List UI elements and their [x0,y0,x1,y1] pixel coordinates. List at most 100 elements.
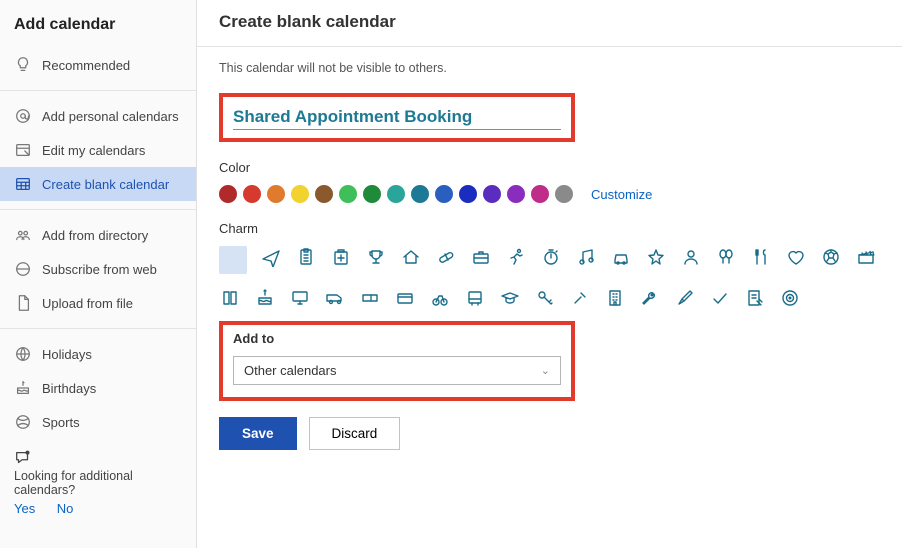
charm-medical-icon[interactable] [330,246,352,268]
color-swatch[interactable] [435,185,453,203]
charm-building-icon[interactable] [604,287,626,309]
color-swatch[interactable] [411,185,429,203]
charm-pill-icon[interactable] [435,246,457,268]
cake-icon [14,379,32,397]
charm-balloons-icon[interactable] [715,246,737,268]
sidebar-item-upload-from-file[interactable]: Upload from file [0,286,196,320]
charm-car-icon[interactable] [610,246,632,268]
charm-ticket-icon[interactable] [359,287,381,309]
charm-credit-card-icon[interactable] [394,287,416,309]
charm-blank[interactable] [219,246,247,274]
sidebar-item-add-personal-calendars[interactable]: Add personal calendars [0,99,196,133]
web-icon [14,260,32,278]
charm-heart-icon[interactable] [785,246,807,268]
charm-note-edit-icon[interactable] [744,287,766,309]
sidebar-item-create-blank-calendar[interactable]: Create blank calendar [0,167,196,201]
add-to-dropdown[interactable]: Other calendars ⌄ [233,356,561,385]
charm-monitor-icon[interactable] [289,287,311,309]
charm-key-icon[interactable] [534,287,556,309]
color-swatch[interactable] [483,185,501,203]
charm-van-icon[interactable] [324,287,346,309]
charm-graduation-icon[interactable] [499,287,521,309]
discard-button[interactable]: Discard [309,417,401,450]
sidebar-footer: Looking for additional calendars? Yes No [0,439,196,526]
color-swatch[interactable] [363,185,381,203]
color-swatch[interactable] [531,185,549,203]
charm-cake-icon[interactable] [254,287,276,309]
sidebar-item-birthdays[interactable]: Birthdays [0,371,196,405]
color-label: Color [219,160,880,175]
edit-calendar-icon [14,141,32,159]
charm-music-icon[interactable] [575,246,597,268]
charm-briefcase-icon[interactable] [470,246,492,268]
charm-stopwatch-icon[interactable] [540,246,562,268]
charm-food-icon[interactable] [750,246,772,268]
add-to-highlight: Add to Other calendars ⌄ [219,321,575,401]
charm-book-icon[interactable] [219,287,241,309]
sidebar-item-label: Add from directory [42,228,148,243]
file-icon [14,294,32,312]
customize-link[interactable]: Customize [591,187,652,202]
charm-soccer-icon[interactable] [820,246,842,268]
sidebar-item-label: Birthdays [42,381,96,396]
color-swatch[interactable] [555,185,573,203]
sidebar-item-sports[interactable]: Sports [0,405,196,439]
charm-plane-icon[interactable] [260,246,282,268]
sidebar-item-edit-my-calendars[interactable]: Edit my calendars [0,133,196,167]
sidebar-item-subscribe-from-web[interactable]: Subscribe from web [0,252,196,286]
footer-prompt: Looking for additional calendars? [14,469,182,497]
charm-trophy-icon[interactable] [365,246,387,268]
color-swatch[interactable] [243,185,261,203]
color-swatches: Customize [219,185,880,203]
charm-clapper-icon[interactable] [855,246,877,268]
charm-star-icon[interactable] [645,246,667,268]
grid-calendar-icon [14,175,32,193]
charm-bicycle-icon[interactable] [429,287,451,309]
sidebar-item-label: Edit my calendars [42,143,145,158]
color-swatch[interactable] [219,185,237,203]
color-swatch[interactable] [315,185,333,203]
sidebar-item-label: Subscribe from web [42,262,157,277]
calendar-name-highlight [219,93,575,142]
charm-bus-icon[interactable] [464,287,486,309]
footer-no-link[interactable]: No [57,501,74,516]
sidebar-item-add-from-directory[interactable]: Add from directory [0,218,196,252]
at-icon [14,107,32,125]
add-to-value: Other calendars [244,363,337,378]
charm-repair-icon[interactable] [569,287,591,309]
sports-icon [14,413,32,431]
color-swatch[interactable] [459,185,477,203]
lightbulb-icon [14,56,32,74]
sidebar-item-label: Upload from file [42,296,133,311]
sidebar-item-label: Holidays [42,347,92,362]
main-panel: Create blank calendar This calendar will… [197,0,902,548]
charm-person-icon[interactable] [680,246,702,268]
charm-target-icon[interactable] [779,287,801,309]
charm-paintbrush-icon[interactable] [674,287,696,309]
color-swatch[interactable] [507,185,525,203]
charm-clipboard-icon[interactable] [295,246,317,268]
sidebar-item-recommended[interactable]: Recommended [0,48,196,82]
calendar-name-input[interactable] [233,105,561,130]
charm-wrench-icon[interactable] [639,287,661,309]
color-swatch[interactable] [267,185,285,203]
charm-running-icon[interactable] [505,246,527,268]
sidebar-item-label: Sports [42,415,80,430]
sidebar-item-label: Add personal calendars [42,109,179,124]
charm-check-icon[interactable] [709,287,731,309]
color-swatch[interactable] [339,185,357,203]
save-button[interactable]: Save [219,417,297,450]
charm-home-icon[interactable] [400,246,422,268]
sidebar-item-label: Create blank calendar [42,177,169,192]
charm-grid [219,246,879,309]
sidebar-title: Add calendar [0,10,196,48]
sidebar-item-label: Recommended [42,58,130,73]
add-to-label: Add to [233,331,561,346]
sidebar-item-holidays[interactable]: Holidays [0,337,196,371]
charm-label: Charm [219,221,880,236]
page-title: Create blank calendar [197,0,902,47]
color-swatch[interactable] [291,185,309,203]
footer-yes-link[interactable]: Yes [14,501,35,516]
color-swatch[interactable] [387,185,405,203]
directory-icon [14,226,32,244]
